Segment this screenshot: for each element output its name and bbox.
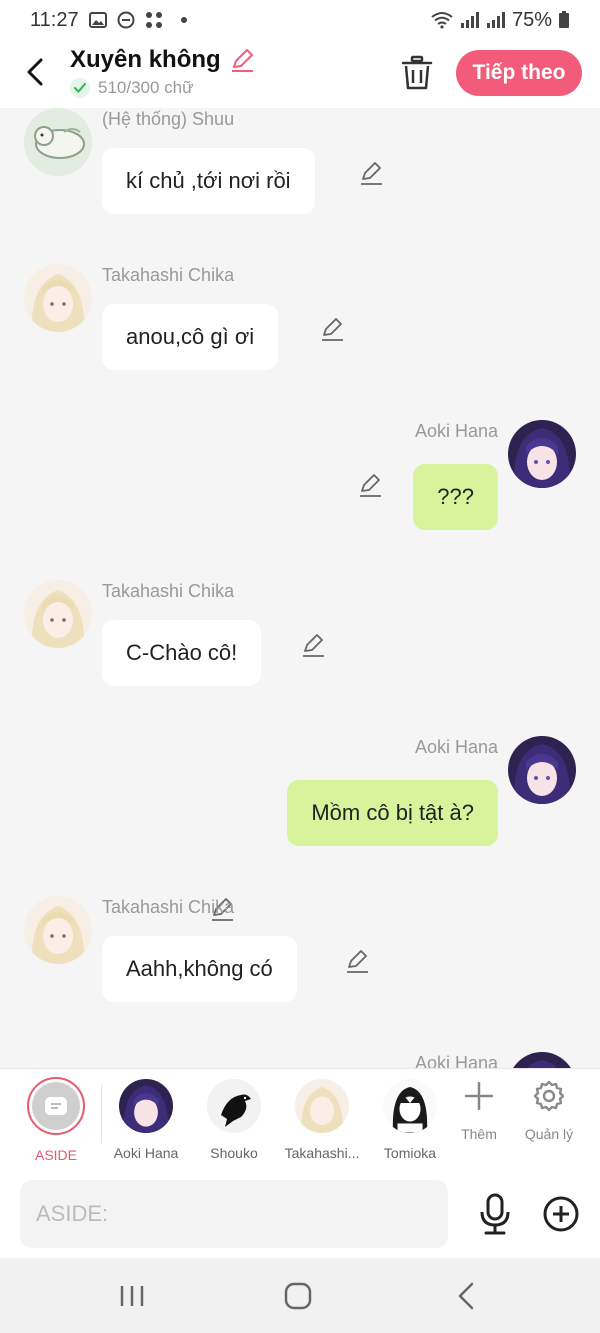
shuu-avatar[interactable] — [24, 108, 92, 176]
subtitle-row: 510/300 chữ — [70, 78, 255, 98]
home-icon — [284, 1282, 312, 1310]
message-input[interactable] — [20, 1180, 448, 1248]
next-button[interactable]: Tiếp theo — [456, 50, 582, 96]
message-bubble[interactable]: kí chủ ,tới nơi rồi — [102, 148, 315, 214]
manage-button[interactable]: Quản lý — [514, 1079, 584, 1142]
chika-avatar[interactable] — [24, 264, 92, 332]
edit-message-pencil-icon[interactable] — [319, 316, 345, 342]
edit-message-pencil-icon[interactable] — [344, 948, 370, 974]
status-right: 75% — [430, 9, 570, 32]
title-row: Xuyên không — [70, 46, 255, 74]
message-bubble[interactable]: Aahh,không có — [102, 936, 297, 1002]
character-bar: ASIDE Aoki Hana Shouko Takahashi... Tomi… — [0, 1068, 600, 1170]
signal-icon — [460, 12, 479, 28]
character-tomioka[interactable]: Tomioka — [366, 1077, 454, 1161]
microphone-icon — [480, 1193, 510, 1235]
message-bubble[interactable]: C-Chào cô! — [102, 620, 262, 686]
character-label: Takahashi... — [284, 1145, 360, 1161]
character-aoki-hana[interactable]: Aoki Hana — [102, 1077, 190, 1161]
add-character-button[interactable]: Thêm — [444, 1079, 514, 1142]
status-left: 11:27 — [30, 9, 187, 32]
message-bubble[interactable]: anou,cô gì ơi — [102, 304, 279, 370]
chika-avatar — [295, 1079, 349, 1133]
delete-button[interactable] — [400, 54, 434, 92]
status-time: 11:27 — [30, 8, 79, 31]
tomioka-avatar — [383, 1079, 437, 1133]
grid-icon — [145, 12, 162, 28]
app-root: 11:27 75% Xuyên không 510/300 chữ Tiếp t… — [0, 0, 600, 1333]
page-title: Xuyên không — [70, 46, 221, 73]
sender-name: Aoki Hana — [414, 1053, 498, 1068]
hana-avatar[interactable] — [508, 736, 576, 804]
signal-2-icon — [486, 12, 505, 28]
chevron-left-icon — [27, 58, 43, 86]
edit-message-pencil-icon[interactable] — [358, 160, 384, 186]
chat-area[interactable]: (Hệ thống) Shuu kí chủ ,tới nơi rồi Taka… — [0, 108, 600, 1068]
dot-icon — [180, 17, 187, 23]
recents-icon — [120, 1286, 144, 1306]
sender-name: (Hệ thống) Shuu — [102, 109, 235, 129]
input-bar — [0, 1170, 600, 1258]
message-bubble[interactable]: Mồm cô bị tật à? — [287, 780, 498, 846]
back-button[interactable] — [18, 52, 52, 92]
sender-name: Aoki Hana — [414, 737, 498, 757]
system-nav-bar — [0, 1258, 600, 1333]
attach-button[interactable] — [542, 1195, 580, 1233]
sender-name: Takahashi Chika — [102, 897, 235, 917]
sender-name: Takahashi Chika — [102, 581, 235, 601]
back-icon — [458, 1282, 474, 1310]
edit-title-pencil-icon[interactable] — [229, 47, 255, 73]
aside-inner — [32, 1082, 80, 1130]
character-label: Tomioka — [383, 1145, 437, 1161]
title-wrap: Xuyên không 510/300 chữ — [70, 46, 255, 98]
manage-label: Quản lý — [524, 1126, 574, 1142]
gear-icon — [533, 1080, 565, 1112]
hana-avatar[interactable] — [508, 420, 576, 488]
crow-avatar — [207, 1079, 261, 1133]
plus-circle-icon — [543, 1196, 579, 1232]
check-icon — [70, 78, 90, 98]
edit-message-pencil-icon[interactable] — [300, 632, 326, 658]
note-icon — [45, 1097, 67, 1115]
message-bubble[interactable]: ??? — [413, 464, 498, 530]
edit-message-pencil-icon[interactable] — [357, 472, 383, 498]
sender-name: Aoki Hana — [414, 421, 498, 441]
aside-label: ASIDE — [34, 1147, 77, 1163]
character-label: Shouko — [210, 1145, 258, 1161]
character-shouko[interactable]: Shouko — [190, 1077, 278, 1161]
character-takahashi[interactable]: Takahashi... — [278, 1077, 366, 1161]
aside-selector[interactable]: ASIDE — [12, 1077, 100, 1163]
back-nav-button[interactable] — [448, 1280, 488, 1312]
aside-ring — [27, 1077, 85, 1135]
battery-text: 75% — [511, 8, 552, 31]
dnd-icon — [117, 11, 135, 29]
hana-avatar[interactable] — [508, 1052, 576, 1068]
gallery-icon — [88, 12, 107, 28]
add-label: Thêm — [461, 1126, 497, 1142]
plus-icon — [465, 1082, 493, 1110]
battery-icon — [559, 11, 569, 28]
hana-avatar — [119, 1079, 173, 1133]
trash-icon — [401, 55, 433, 90]
wifi-icon — [431, 12, 453, 29]
word-count: 510/300 chữ — [98, 78, 194, 97]
header: Xuyên không 510/300 chữ Tiếp theo — [0, 40, 600, 108]
recents-button[interactable] — [112, 1280, 152, 1312]
chika-avatar[interactable] — [24, 580, 92, 648]
sender-name: Takahashi Chika — [102, 265, 235, 285]
status-bar: 11:27 75% — [0, 0, 600, 40]
character-label: Aoki Hana — [113, 1145, 179, 1161]
home-button[interactable] — [278, 1280, 318, 1312]
voice-button[interactable] — [476, 1192, 514, 1236]
chika-avatar[interactable] — [24, 896, 92, 964]
